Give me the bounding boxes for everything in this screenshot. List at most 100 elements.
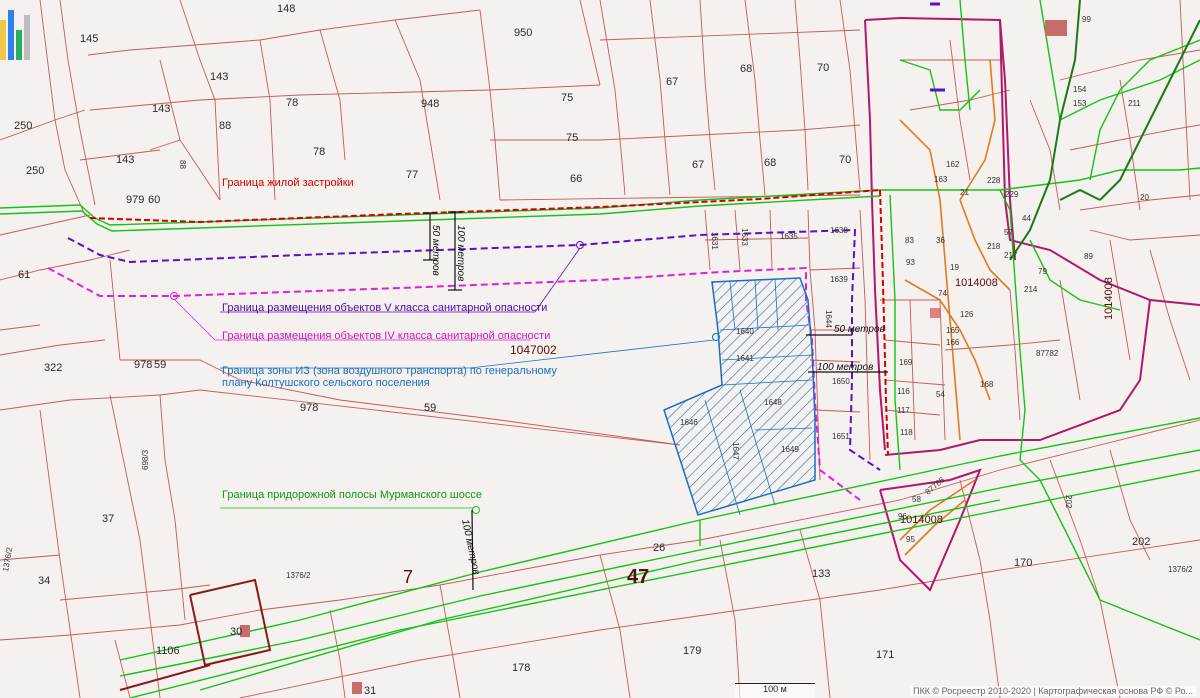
parcel-label: 950 (514, 27, 532, 39)
parcel-label: 1376/2 (1168, 565, 1193, 574)
parcel-label: 68 (740, 63, 752, 75)
map-attribution[interactable]: ПКК © Росреестр 2010-2020 | Картографиче… (910, 686, 1196, 696)
parcel-label: 133 (812, 568, 830, 580)
parcel-label: 168 (980, 380, 994, 389)
dim-50m-vertical: 50 метров (430, 225, 441, 276)
parcel-label: 165 (946, 326, 960, 335)
parcel-label: 1650 (832, 377, 850, 386)
road-quarter-7: 7 (403, 567, 413, 587)
parcel-label: 1631 (710, 232, 719, 250)
parcel-label: 83 (905, 236, 914, 245)
parcel-label: 170 (1014, 557, 1032, 569)
zone-iz-label-line1: Граница зоны ИЗ (зона воздушного транспо… (222, 365, 557, 377)
zone-iz-label-line2: плану Колтушского сельского поселения (222, 377, 430, 389)
parcel-label: 44 (1022, 214, 1031, 223)
parcel-label: 74 (938, 289, 947, 298)
parcel-label: 60 (148, 194, 160, 206)
zone-iv-label: Граница размещения объектов IV класса са… (222, 330, 550, 342)
parcel-label: 36 (936, 236, 945, 245)
parcel-label: 54 (936, 390, 945, 399)
parcel-label: 1644 (824, 310, 833, 328)
parcel-label: 145 (80, 33, 98, 45)
parcel-label: 79 (1038, 267, 1047, 276)
parcel-label: 99 (1082, 15, 1091, 24)
parcel-label: 153 (1073, 99, 1087, 108)
parcel-label: 229 (1005, 190, 1019, 199)
parcel-label: 34 (38, 575, 50, 587)
parcel-label: 61 (18, 269, 30, 281)
parcel-label: 211 (1128, 99, 1141, 108)
parcel-label: 87782 (1036, 349, 1059, 358)
parcel-label: 166 (946, 338, 960, 347)
quarter-1014008: 1014008 (1103, 277, 1115, 320)
road-quarter-47: 47 (627, 566, 649, 588)
map-viewport[interactable]: Граница жилой застройки Граница размещен… (0, 0, 1200, 698)
parcel-label: 143 (116, 154, 134, 166)
parcel-label: 78 (313, 146, 325, 158)
parcel-label: 1638 (830, 226, 848, 235)
parcel-label: 67 (692, 159, 704, 171)
parcel-label: 96 (898, 512, 907, 521)
parcel-label: 217 (1004, 251, 1018, 260)
parcel-label: 179 (683, 645, 701, 657)
parcel-label: 1641 (736, 354, 754, 363)
parcel-label: 20 (1140, 193, 1149, 202)
parcel-label: 37 (102, 513, 114, 525)
parcel-label: 59 (154, 359, 166, 371)
parcel-label: 322 (44, 362, 62, 374)
parcel-label: 26 (653, 542, 665, 554)
parcel-label: 148 (277, 3, 295, 15)
parcel-label: 78 (286, 97, 298, 109)
parcel-label: 88 (219, 120, 231, 132)
parcel-label: 126 (960, 310, 974, 319)
parcel-label: 154 (1073, 85, 1087, 94)
parcel-label: 143 (152, 103, 170, 115)
parcel-label: 202 (1132, 536, 1150, 548)
parcel-label: 1640 (736, 327, 754, 336)
parcel-label: 250 (14, 120, 32, 132)
parcel-label: 68 (764, 157, 776, 169)
parcel-label: 1646 (680, 418, 698, 427)
parcel-label: 31 (364, 685, 376, 697)
parcel-label: 1106 (156, 645, 180, 657)
map-logo-icon (0, 10, 30, 60)
parcel-label: 89 (1084, 252, 1093, 261)
parcel-label: 118 (900, 428, 913, 437)
building-block (352, 682, 362, 694)
parcel-label: 67 (666, 76, 678, 88)
parcel-label: 202 (1064, 495, 1073, 509)
parcel-label: 169 (899, 358, 913, 367)
dim-100m-horizontal: 100 метров (817, 362, 873, 373)
parcel-label: 95 (906, 535, 915, 544)
parcel-label: 21 (960, 188, 969, 197)
parcel-label: 57 (1004, 228, 1013, 237)
parcel-label: 117 (897, 406, 910, 415)
parcel-label: 214 (1024, 285, 1038, 294)
parcel-label: 77 (406, 169, 418, 181)
parcel-label: 163 (934, 175, 948, 184)
parcel-label: 978 (134, 359, 152, 371)
parcel-label: 1635 (780, 232, 798, 241)
zone-v-label: Граница размещения объектов V класса сан… (222, 302, 547, 314)
dim-100m-vertical: 100 метров (455, 225, 466, 281)
parcel-label: 228 (987, 176, 1001, 185)
parcel-label: 178 (512, 662, 530, 674)
parcel-label: 979 (126, 194, 144, 206)
parcel-label: 1651 (832, 432, 850, 441)
parcel-label: 66 (570, 173, 582, 185)
parcel-label: 978 (300, 402, 318, 414)
building-block (930, 308, 940, 318)
parcel-label: 116 (897, 387, 910, 396)
parcel-label: 948 (421, 98, 439, 110)
parcel-label: 59 (424, 402, 436, 414)
parcel-label: 218 (987, 242, 1001, 251)
parcel-label: 1648 (764, 398, 782, 407)
parcel-label: 75 (561, 92, 573, 104)
parcel-label: 1649 (781, 445, 799, 454)
parcel-label: 70 (839, 154, 851, 166)
parcel-label: 143 (210, 71, 228, 83)
parcel-label: 19 (950, 263, 959, 272)
scale-bar: 100 м (735, 683, 815, 698)
parcel-label: 58 (912, 495, 921, 504)
parcel-label: 698/3 (141, 449, 150, 470)
